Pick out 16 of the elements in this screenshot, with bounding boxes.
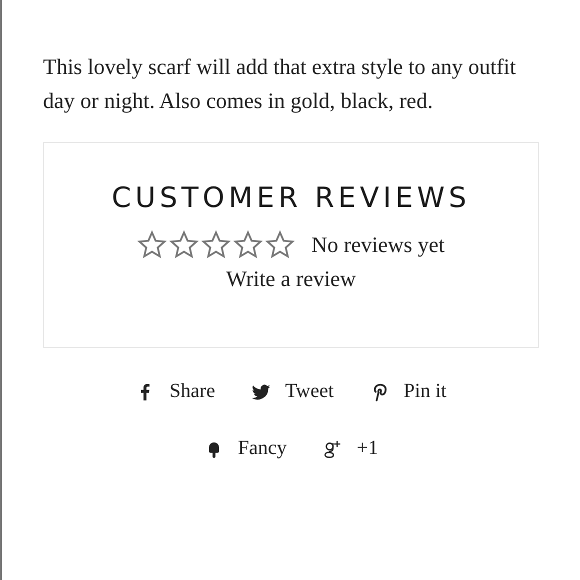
star-icon: [233, 230, 264, 260]
reviews-heading: CUSTOMER REVIEWS: [112, 181, 470, 214]
product-description: This lovely scarf will add that extra style to any outfit day or night. Also comes in gold, black, red.: [43, 53, 517, 115]
share-button[interactable]: Share: [136, 380, 216, 403]
share-button[interactable]: Tweet: [251, 380, 334, 403]
g-plus-icon: [322, 438, 343, 458]
star-icon: [169, 230, 200, 260]
star-icon: [137, 230, 168, 260]
bird-icon: [251, 382, 272, 402]
write-review-link[interactable]: Write a review: [226, 266, 356, 292]
star-icon: [265, 230, 296, 260]
star-icon: [201, 230, 232, 260]
share-button[interactable]: Fancy: [204, 437, 287, 460]
review-summary: No reviews yet: [311, 232, 445, 258]
share-button[interactable]: +1: [322, 437, 378, 460]
share-button[interactable]: Pin it: [370, 380, 446, 403]
